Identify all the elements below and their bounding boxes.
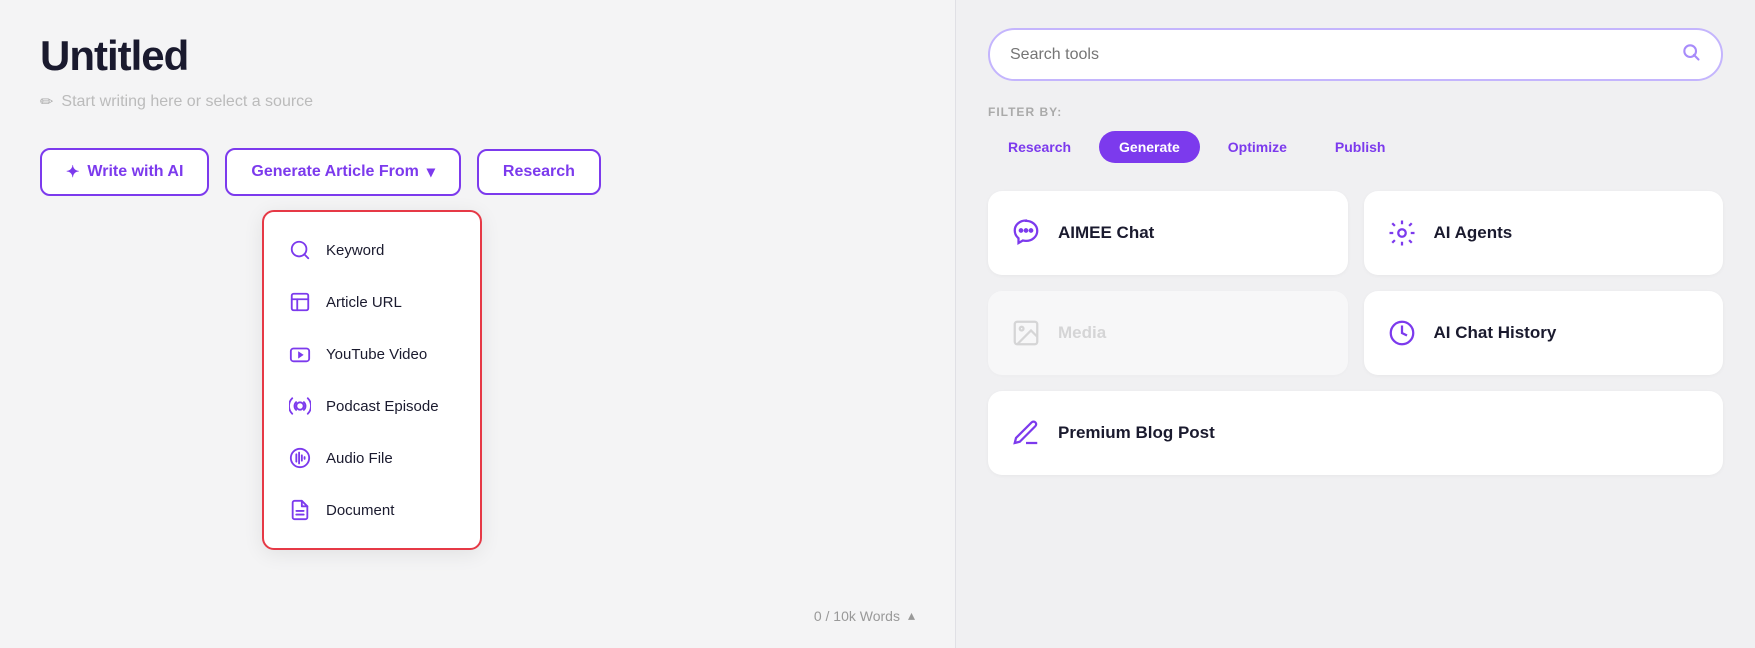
document-icon	[288, 498, 312, 522]
left-panel: Untitled ✏ Start writing here or select …	[0, 0, 955, 648]
premium-blog-post-icon	[1008, 415, 1044, 451]
filter-label: FILTER BY:	[988, 105, 1723, 119]
tool-card-ai-chat-history[interactable]: AI Chat History	[1364, 291, 1724, 375]
chevron-up-icon: ▴	[908, 607, 915, 624]
filter-tab-research[interactable]: Research	[988, 131, 1091, 163]
youtube-label: YouTube Video	[326, 346, 427, 363]
tools-grid: AIMEE Chat AI Agents Media	[988, 191, 1723, 475]
generate-dropdown-menu: Keyword Article URL YouTube Video	[262, 210, 482, 550]
subtitle-row: ✏ Start writing here or select a source	[40, 92, 915, 112]
tool-card-premium-blog-post[interactable]: Premium Blog Post	[988, 391, 1723, 475]
filter-tab-optimize[interactable]: Optimize	[1208, 131, 1307, 163]
ai-chat-history-label: AI Chat History	[1434, 323, 1557, 343]
dropdown-item-keyword[interactable]: Keyword	[264, 224, 480, 276]
media-icon	[1008, 315, 1044, 351]
audio-icon	[288, 446, 312, 470]
search-input[interactable]	[1010, 46, 1681, 64]
chevron-down-icon: ▾	[427, 162, 435, 182]
tool-card-ai-agents[interactable]: AI Agents	[1364, 191, 1724, 275]
filter-tab-publish[interactable]: Publish	[1315, 131, 1406, 163]
write-with-ai-label: Write with AI	[87, 163, 183, 181]
article-url-icon	[288, 290, 312, 314]
generate-article-button[interactable]: Generate Article From ▾	[225, 148, 461, 196]
pencil-icon: ✏	[40, 92, 53, 112]
dropdown-item-podcast[interactable]: Podcast Episode	[264, 380, 480, 432]
ai-agents-label: AI Agents	[1434, 223, 1513, 243]
generate-label: Generate Article From	[251, 163, 418, 181]
media-label: Media	[1058, 323, 1106, 343]
write-with-ai-button[interactable]: ✦ Write with AI	[40, 148, 209, 196]
aimee-chat-label: AIMEE Chat	[1058, 223, 1154, 243]
article-url-label: Article URL	[326, 294, 402, 311]
page-title: Untitled	[40, 32, 915, 80]
dropdown-item-document[interactable]: Document	[264, 484, 480, 536]
tool-card-media[interactable]: Media	[988, 291, 1348, 375]
research-label: Research	[503, 163, 575, 181]
ai-chat-history-icon	[1384, 315, 1420, 351]
right-panel: FILTER BY: Research Generate Optimize Pu…	[955, 0, 1755, 648]
premium-blog-post-label: Premium Blog Post	[1058, 423, 1215, 443]
tool-card-aimee-chat[interactable]: AIMEE Chat	[988, 191, 1348, 275]
filter-tabs: Research Generate Optimize Publish	[988, 131, 1723, 163]
research-button[interactable]: Research	[477, 149, 601, 195]
youtube-icon	[288, 342, 312, 366]
search-icon	[1681, 42, 1701, 67]
podcast-icon	[288, 394, 312, 418]
toolbar-row: ✦ Write with AI Generate Article From ▾ …	[40, 148, 915, 196]
ai-agents-icon	[1384, 215, 1420, 251]
dropdown-item-article-url[interactable]: Article URL	[264, 276, 480, 328]
subtitle-text: Start writing here or select a source	[61, 93, 313, 111]
keyword-icon	[288, 238, 312, 262]
search-bar	[988, 28, 1723, 81]
document-label: Document	[326, 502, 394, 519]
dropdown-item-youtube[interactable]: YouTube Video	[264, 328, 480, 380]
aimee-chat-icon	[1008, 215, 1044, 251]
word-count-row: 0 / 10k Words ▴	[814, 607, 915, 624]
filter-tab-generate[interactable]: Generate	[1099, 131, 1200, 163]
podcast-label: Podcast Episode	[326, 398, 439, 415]
audio-label: Audio File	[326, 450, 393, 467]
dropdown-item-audio[interactable]: Audio File	[264, 432, 480, 484]
word-count-text: 0 / 10k Words	[814, 608, 900, 624]
sparkle-icon: ✦	[66, 162, 79, 182]
keyword-label: Keyword	[326, 242, 384, 259]
